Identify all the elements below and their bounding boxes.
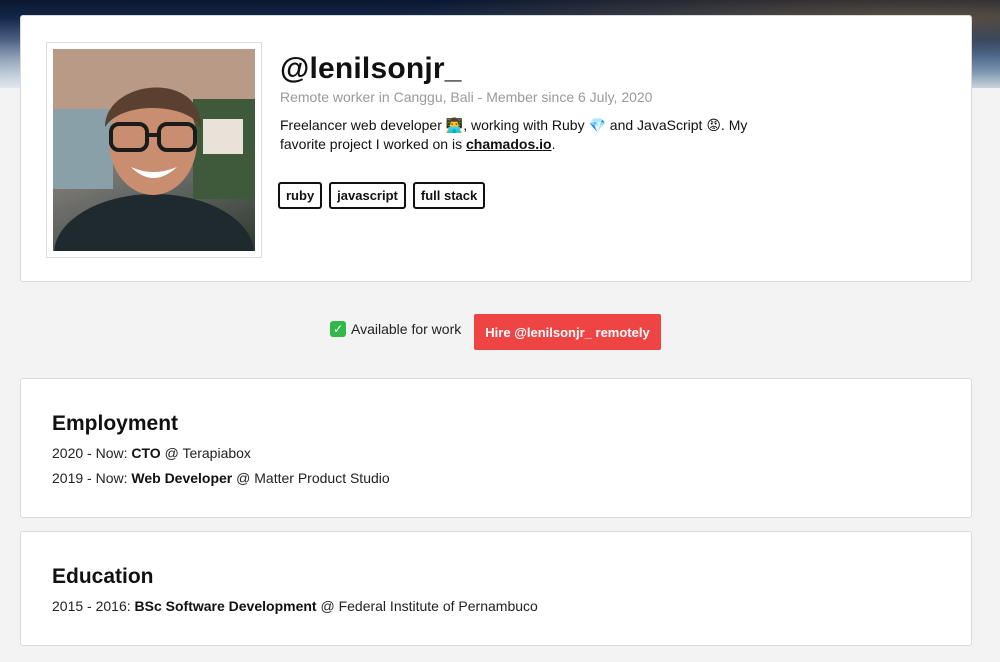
bio-text: Freelancer web developer (280, 117, 446, 133)
angry-emoji-icon: 😡 (706, 117, 721, 133)
profile-meta: Remote worker in Canggu, Bali - Member s… (280, 89, 653, 105)
entry-sep: @ (232, 470, 255, 486)
entry-period: 2015 - 2016: (52, 598, 135, 614)
profile-handle: @lenilsonjr_ (280, 52, 462, 85)
bio-text: , working with Ruby (463, 117, 589, 133)
bio-text: . (551, 136, 556, 152)
entry-org: Terapiabox (182, 445, 251, 461)
bio-text: and JavaScript (605, 117, 707, 133)
education-section: Education 2015 - 2016: BSc Software Deve… (20, 531, 972, 646)
tag-javascript[interactable]: javascript (329, 182, 406, 209)
entry-sep: @ (316, 598, 339, 614)
entry-role: BSc Software Development (134, 598, 317, 614)
section-title: Employment (52, 412, 179, 435)
profile-card: @lenilsonjr_ Remote worker in Canggu, Ba… (20, 15, 972, 282)
checkmark-icon: ✓ (330, 321, 346, 337)
employment-section: Employment 2020 - Now: CTO @ Terapiabox … (20, 378, 972, 518)
avatar-frame (46, 42, 262, 258)
entry-period: 2020 - Now: (52, 445, 132, 461)
list-item: 2020 - Now: CTO @ Terapiabox (52, 445, 251, 461)
project-link[interactable]: chamados.io (466, 136, 552, 152)
list-item: 2019 - Now: Web Developer @ Matter Produ… (52, 470, 390, 486)
entry-role: CTO (131, 445, 161, 461)
avatar (53, 49, 255, 251)
entry-role: Web Developer (131, 470, 233, 486)
tag-ruby[interactable]: ruby (278, 182, 323, 209)
hire-button[interactable]: Hire @lenilsonjr_ remotely (474, 314, 661, 350)
entry-org: Matter Product Studio (254, 470, 390, 486)
gem-emoji-icon: 💎 (588, 117, 606, 133)
tag-full-stack[interactable]: full stack (412, 182, 486, 209)
section-title: Education (52, 565, 154, 588)
entry-sep: @ (160, 445, 183, 461)
skill-tags: ruby javascript full stack (278, 182, 486, 209)
developer-emoji-icon: 👨‍💻 (445, 117, 464, 133)
profile-bio: Freelancer web developer 👨‍💻, working wi… (280, 116, 760, 154)
list-item: 2015 - 2016: BSc Software Development @ … (52, 598, 538, 614)
entry-period: 2019 - Now: (52, 470, 132, 486)
availability-status: ✓ Available for work (330, 321, 461, 337)
availability-label: Available for work (351, 321, 462, 337)
entry-org: Federal Institute of Pernambuco (338, 598, 538, 614)
